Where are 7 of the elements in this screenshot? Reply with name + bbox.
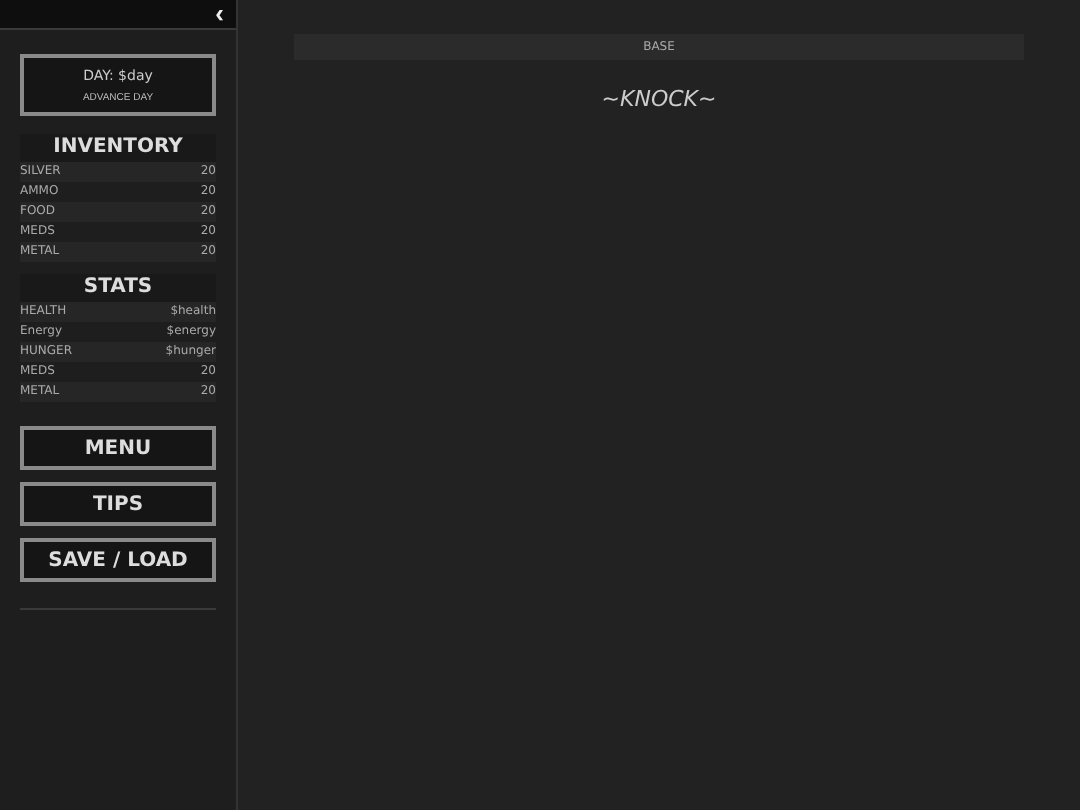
collapse-button[interactable]: ‹ [211, 2, 228, 26]
section-title: INVENTORY [20, 134, 216, 162]
menu-button[interactable]: TIPS [20, 482, 216, 526]
section-title: STATS [20, 274, 216, 302]
story-text: ~KNOCK~ [601, 86, 717, 112]
menu-button[interactable]: MENU [20, 426, 216, 470]
menu-button[interactable]: SAVE / LOAD [20, 538, 216, 582]
